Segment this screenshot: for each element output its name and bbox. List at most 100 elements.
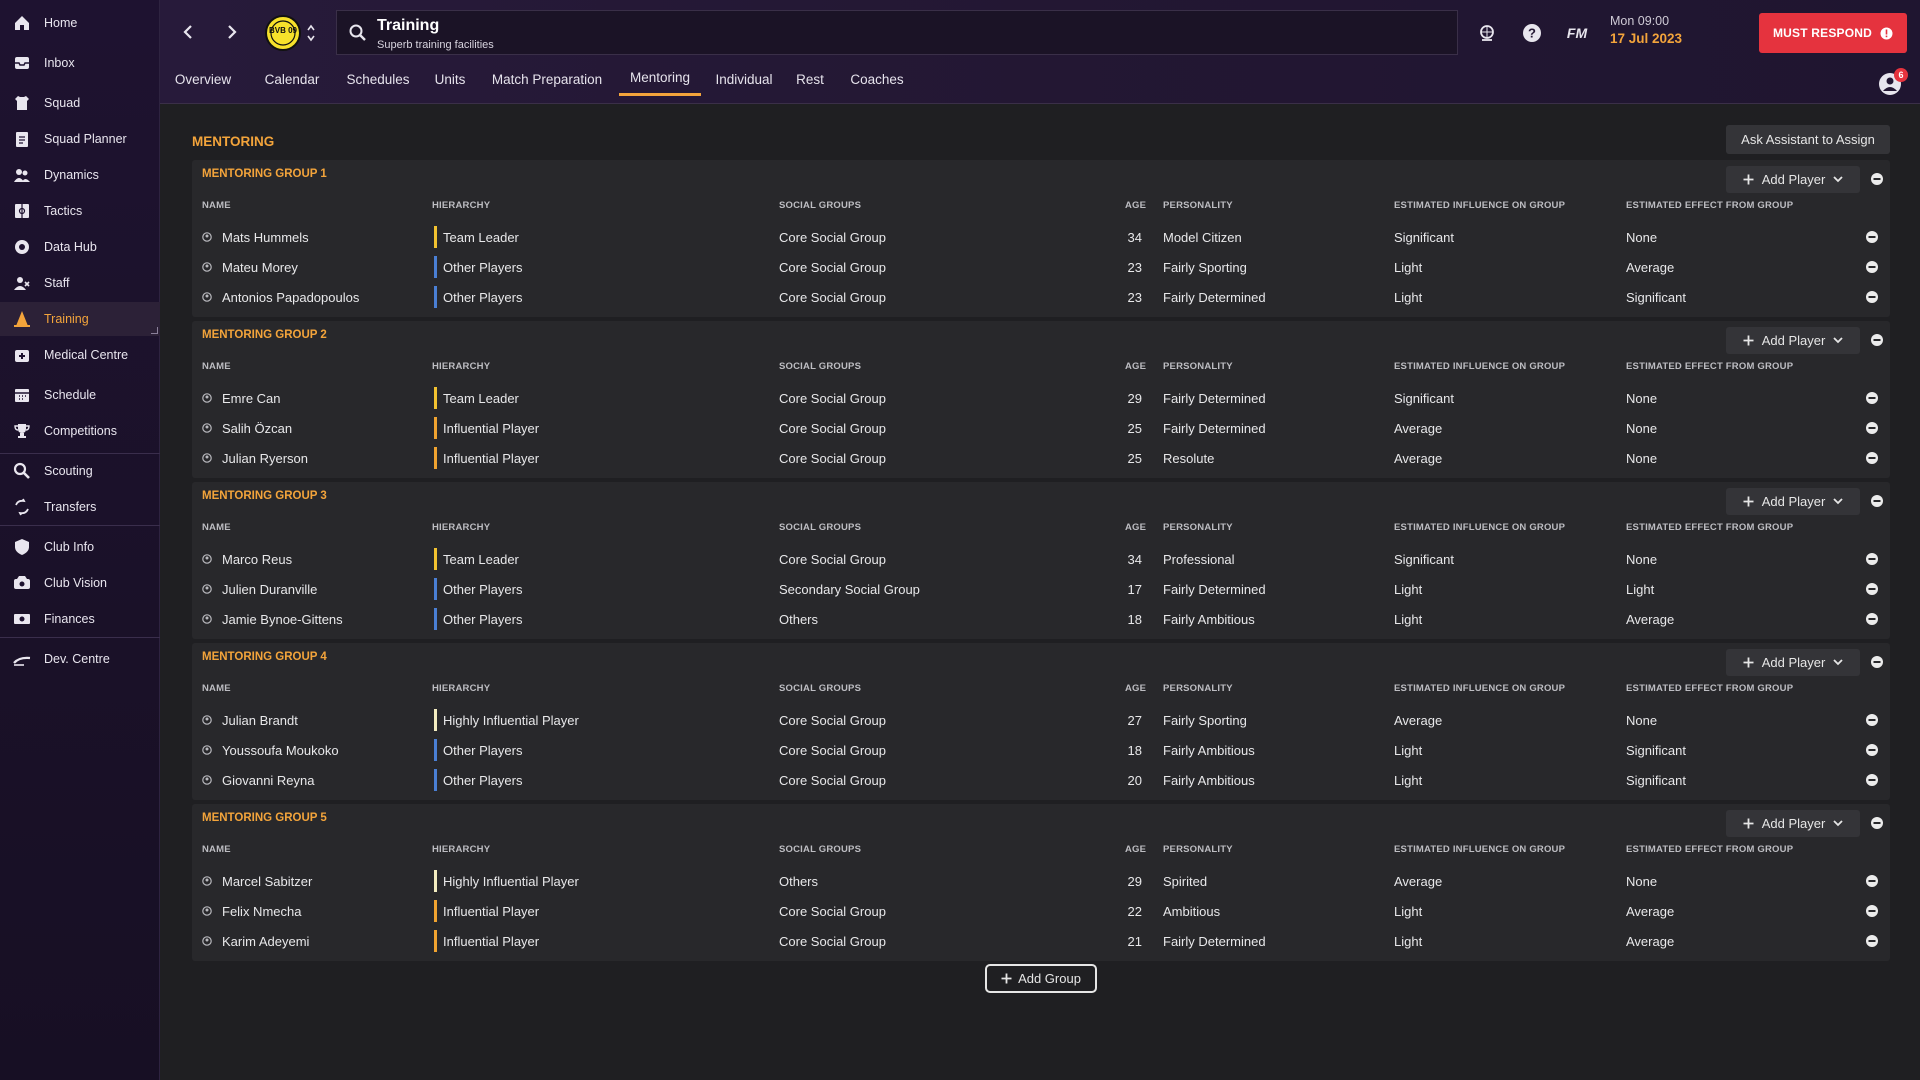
col-header-name[interactable]: NAME (202, 361, 231, 372)
tab-calendar[interactable]: Calendar (262, 62, 322, 96)
col-header-effect[interactable]: ESTIMATED EFFECT FROM GROUP (1626, 522, 1793, 533)
tab-schedules[interactable]: Schedules (344, 62, 412, 96)
col-header-age[interactable]: AGE (1125, 683, 1146, 694)
tab-units[interactable]: Units (432, 62, 468, 96)
col-header-name[interactable]: NAME (202, 200, 231, 211)
table-row[interactable]: Emre Can Team Leader Core Social Group 29 Fa… (192, 383, 1890, 413)
search-title-box[interactable]: Training Superb training facilities (336, 10, 1458, 55)
col-header-social-groups[interactable]: SOCIAL GROUPS (779, 844, 861, 855)
remove-player-button[interactable] (1866, 391, 1878, 409)
profile-button[interactable]: 6 (1878, 68, 1908, 96)
table-row[interactable]: Mats Hummels Team Leader Core Social Group… (192, 222, 1890, 252)
player-name[interactable]: Julian Ryerson (222, 443, 308, 473)
tab-individual[interactable]: Individual (713, 62, 775, 96)
col-header-hierarchy[interactable]: HIERARCHY (432, 361, 490, 372)
col-header-influence[interactable]: ESTIMATED INFLUENCE ON GROUP (1394, 522, 1565, 533)
remove-group-button[interactable] (1871, 172, 1883, 190)
table-row[interactable]: Felix Nmecha Influential Player Core Socia… (192, 896, 1890, 926)
back-button[interactable] (176, 20, 200, 44)
sidebar-item-finances[interactable]: Finances (0, 602, 160, 636)
col-header-effect[interactable]: ESTIMATED EFFECT FROM GROUP (1626, 844, 1793, 855)
table-row[interactable]: Giovanni Reyna Other Players Core Social G… (192, 765, 1890, 795)
player-name[interactable]: Salih Özcan (222, 413, 292, 443)
sidebar-item-scouting[interactable]: Scouting (0, 454, 160, 488)
col-header-name[interactable]: NAME (202, 683, 231, 694)
date-display[interactable]: Mon 09:00 17 Jul 2023 (1610, 14, 1682, 46)
add-player-button[interactable]: Add Player (1726, 327, 1860, 354)
sidebar-item-schedule[interactable]: Schedule (0, 378, 160, 412)
remove-player-button[interactable] (1866, 290, 1878, 308)
col-header-social-groups[interactable]: SOCIAL GROUPS (779, 361, 861, 372)
sidebar-item-inbox[interactable]: Inbox (0, 46, 160, 80)
remove-player-button[interactable] (1866, 743, 1878, 761)
remove-player-button[interactable] (1866, 230, 1878, 248)
remove-player-button[interactable] (1866, 260, 1878, 278)
player-name[interactable]: Marcel Sabitzer (222, 866, 312, 896)
club-badge-button[interactable]: BVB 09 (260, 14, 320, 52)
remove-group-button[interactable] (1871, 655, 1883, 673)
remove-player-button[interactable] (1866, 934, 1878, 952)
col-header-social-groups[interactable]: SOCIAL GROUPS (779, 683, 861, 694)
sidebar-item-squad-planner[interactable]: Squad Planner (0, 122, 160, 156)
tab-match-preparation[interactable]: Match Preparation (490, 62, 604, 96)
col-header-age[interactable]: AGE (1125, 200, 1146, 211)
remove-group-button[interactable] (1871, 333, 1883, 351)
table-row[interactable]: Salih Özcan Influential Player Core Social… (192, 413, 1890, 443)
col-header-personality[interactable]: PERSONALITY (1163, 200, 1233, 211)
sidebar-item-staff[interactable]: Staff (0, 266, 160, 300)
remove-player-button[interactable] (1866, 451, 1878, 469)
remove-player-button[interactable] (1866, 773, 1878, 791)
col-header-hierarchy[interactable]: HIERARCHY (432, 200, 490, 211)
col-header-influence[interactable]: ESTIMATED INFLUENCE ON GROUP (1394, 683, 1565, 694)
tab-rest[interactable]: Rest (795, 62, 825, 96)
player-name[interactable]: Julian Brandt (222, 705, 298, 735)
col-header-influence[interactable]: ESTIMATED INFLUENCE ON GROUP (1394, 844, 1565, 855)
table-row[interactable]: Jamie Bynoe-Gittens Other Players Others 18… (192, 604, 1890, 634)
col-header-effect[interactable]: ESTIMATED EFFECT FROM GROUP (1626, 361, 1793, 372)
sidebar-item-squad[interactable]: Squad (0, 86, 160, 120)
table-row[interactable]: Karim Adeyemi Influential Player Core Soci… (192, 926, 1890, 956)
add-player-button[interactable]: Add Player (1726, 166, 1860, 193)
remove-player-button[interactable] (1866, 874, 1878, 892)
sidebar-item-tactics[interactable]: Tactics (0, 194, 160, 228)
ask-assistant-button[interactable]: Ask Assistant to Assign (1726, 125, 1890, 154)
col-header-effect[interactable]: ESTIMATED EFFECT FROM GROUP (1626, 200, 1793, 211)
player-name[interactable]: Giovanni Reyna (222, 765, 315, 795)
player-name[interactable]: Mateu Morey (222, 252, 298, 282)
col-header-influence[interactable]: ESTIMATED INFLUENCE ON GROUP (1394, 200, 1565, 211)
add-group-button[interactable]: Add Group (985, 964, 1097, 993)
player-name[interactable]: Karim Adeyemi (222, 926, 309, 956)
player-name[interactable]: Julien Duranville (222, 574, 317, 604)
col-header-personality[interactable]: PERSONALITY (1163, 683, 1233, 694)
col-header-personality[interactable]: PERSONALITY (1163, 844, 1233, 855)
sidebar-item-dynamics[interactable]: Dynamics (0, 158, 160, 192)
col-header-age[interactable]: AGE (1125, 522, 1146, 533)
sidebar-item-club-vision[interactable]: Club Vision (0, 566, 160, 600)
add-player-button[interactable]: Add Player (1726, 810, 1860, 837)
sidebar-item-competitions[interactable]: Competitions (0, 414, 160, 448)
remove-player-button[interactable] (1866, 713, 1878, 731)
col-header-personality[interactable]: PERSONALITY (1163, 522, 1233, 533)
remove-player-button[interactable] (1866, 552, 1878, 570)
help-button[interactable]: ? (1520, 21, 1544, 45)
tab-coaches[interactable]: Coaches (849, 62, 905, 96)
col-header-hierarchy[interactable]: HIERARCHY (432, 844, 490, 855)
fm-menu-button[interactable]: FM (1562, 22, 1592, 44)
sidebar-item-training[interactable]: Training (0, 302, 160, 336)
table-row[interactable]: Marco Reus Team Leader Core Social Group 34… (192, 544, 1890, 574)
sidebar-item-club-info[interactable]: Club Info (0, 530, 160, 564)
col-header-name[interactable]: NAME (202, 844, 231, 855)
player-name[interactable]: Emre Can (222, 383, 281, 413)
player-name[interactable]: Felix Nmecha (222, 896, 301, 926)
tab-mentoring[interactable]: Mentoring (619, 62, 701, 96)
col-header-hierarchy[interactable]: HIERARCHY (432, 683, 490, 694)
col-header-hierarchy[interactable]: HIERARCHY (432, 522, 490, 533)
sidebar-item-dev-centre[interactable]: Dev. Centre (0, 642, 160, 676)
remove-player-button[interactable] (1866, 904, 1878, 922)
player-name[interactable]: Marco Reus (222, 544, 292, 574)
table-row[interactable]: Julian Ryerson Influential Player Core Soc… (192, 443, 1890, 473)
table-row[interactable]: Julian Brandt Highly Influential Player Co… (192, 705, 1890, 735)
col-header-influence[interactable]: ESTIMATED INFLUENCE ON GROUP (1394, 361, 1565, 372)
add-player-button[interactable]: Add Player (1726, 649, 1860, 676)
col-header-social-groups[interactable]: SOCIAL GROUPS (779, 200, 861, 211)
